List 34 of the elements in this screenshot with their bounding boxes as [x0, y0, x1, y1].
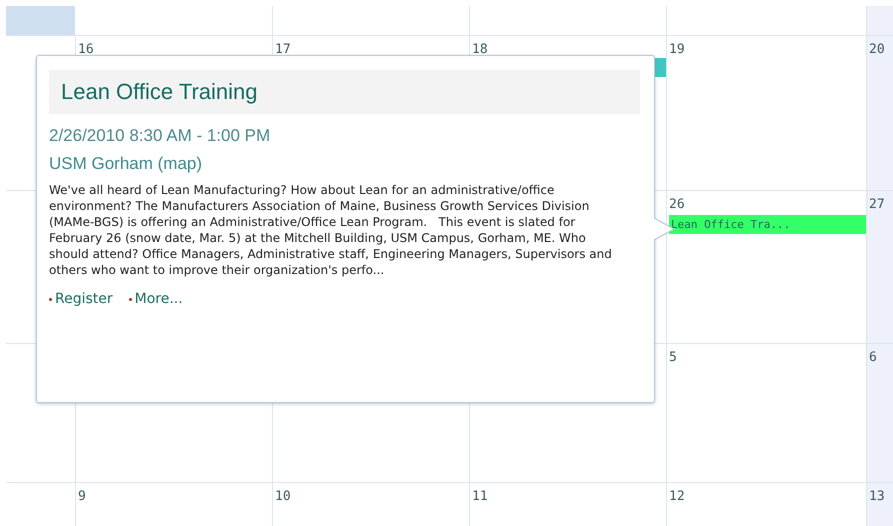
day-number: 5 [669, 350, 677, 365]
day-cell[interactable]: 11 [469, 482, 666, 526]
event-bar[interactable]: Lean Office Tra... [669, 215, 866, 234]
day-cell[interactable]: 9 [75, 482, 272, 526]
event-bar[interactable] [655, 58, 666, 77]
day-number: 16 [78, 42, 94, 57]
day-cell[interactable]: 27 [866, 190, 893, 343]
day-number: 26 [669, 197, 685, 212]
day-number: 27 [869, 197, 885, 212]
day-cell[interactable]: 19 [666, 35, 866, 190]
event-location[interactable]: USM Gorham (map) [49, 154, 640, 174]
day-cell[interactable]: 13 [866, 482, 893, 526]
day-number: 9 [78, 489, 86, 504]
day-cell[interactable]: 26 Lean Office Tra... [666, 190, 866, 343]
day-cell[interactable]: 10 [272, 482, 469, 526]
event-link[interactable]: Register [49, 291, 113, 307]
day-cell[interactable]: 12 [666, 482, 866, 526]
day-number: 20 [869, 42, 885, 57]
event-link[interactable]: More... [128, 291, 183, 307]
event-datetime: 2/26/2010 8:30 AM - 1:00 PM [49, 126, 272, 146]
header-cell [866, 6, 893, 35]
day-number: 19 [669, 42, 685, 57]
day-number: 18 [472, 42, 488, 57]
event-description: We've all heard of Lean Manufacturing? How about Lean for an administrative/office environment? The Manufacturers Association of Maine, Business Growth Services Division (MAMe-BGS) is offering an Administrative/Office Lean Program. This event is slated for February 26 (snow date, Mar. 5) at the Mitchell Building, USM Campus, Gorham, ME. Who should attend? Office Managers, Administrative staff, Engineering Managers, Supervisors and others who want to improve their organization's perfo... [49, 182, 613, 278]
day-number: 6 [869, 350, 877, 365]
day-number: 12 [669, 489, 685, 504]
day-number: 17 [275, 42, 291, 57]
day-number: 10 [275, 489, 291, 504]
day-cell[interactable]: 20 [866, 35, 893, 190]
event-title: Lean Office Training [49, 70, 640, 114]
day-number: 13 [869, 489, 885, 504]
day-cell[interactable]: 6 [866, 343, 893, 482]
day-cell[interactable]: 5 [666, 343, 866, 482]
day-number: 11 [472, 489, 488, 504]
